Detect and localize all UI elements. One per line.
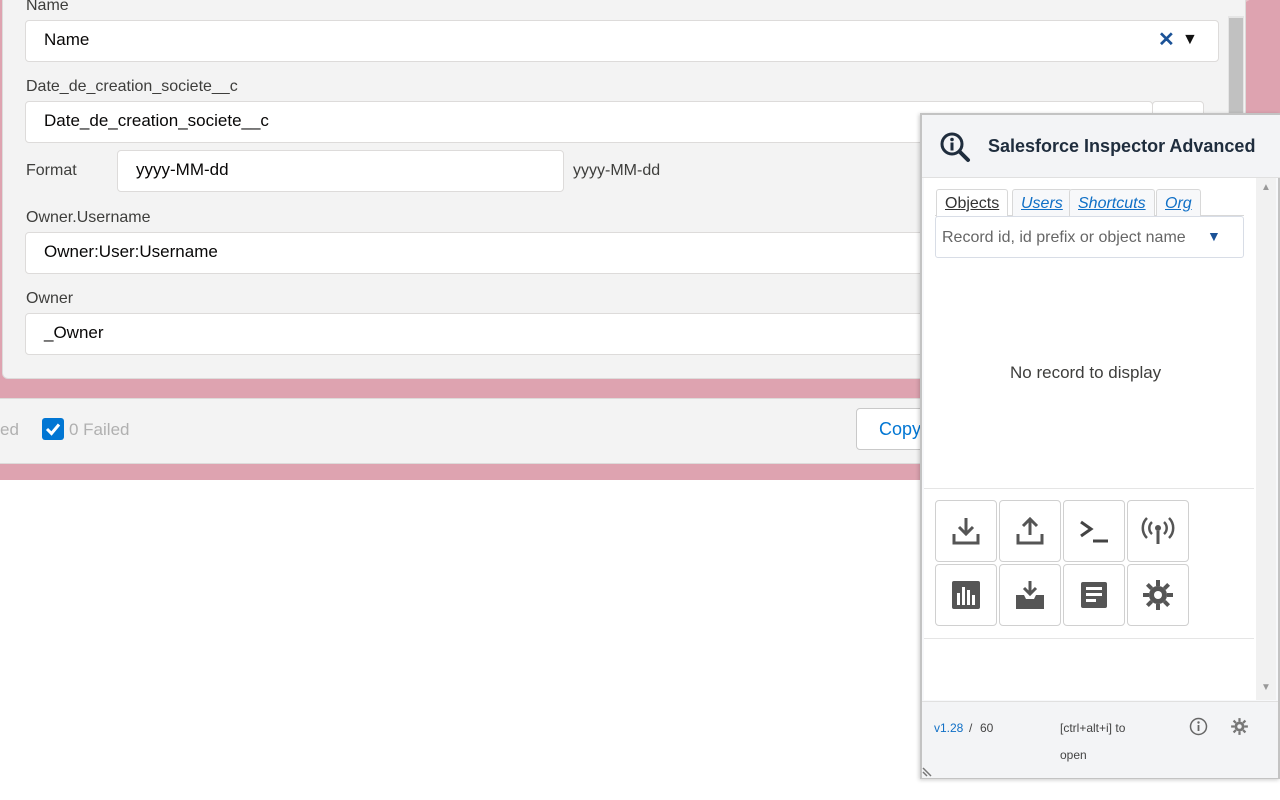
apex-runner-button[interactable] xyxy=(1063,500,1125,562)
field-label-owner: Owner xyxy=(26,290,74,307)
object-search-placeholder: Record id, id prefix or object name xyxy=(942,229,1186,246)
field-label-owner-username: Owner.Username xyxy=(26,209,151,226)
field-label-name: Name xyxy=(26,0,69,14)
data-import-button[interactable] xyxy=(999,500,1061,562)
clear-icon[interactable]: ✕ xyxy=(1158,21,1175,59)
checkmark-icon xyxy=(45,423,61,436)
download-icon xyxy=(952,518,980,545)
upload-icon xyxy=(1016,516,1044,545)
terminal-icon xyxy=(1080,520,1108,543)
empty-message: No record to display xyxy=(1010,363,1162,382)
event-monitor-button[interactable] xyxy=(1127,500,1189,562)
scroll-down-icon[interactable]: ▼ xyxy=(1261,682,1271,693)
tools-divider-bottom xyxy=(924,638,1254,639)
failed-label: 0 Failed xyxy=(69,420,130,439)
failed-checkbox[interactable] xyxy=(42,418,64,440)
resize-handle-icon[interactable] xyxy=(921,764,935,778)
caret-down-icon[interactable]: ▼ xyxy=(1207,228,1221,244)
tools-divider-top xyxy=(924,488,1254,489)
chart-icon xyxy=(952,581,980,609)
inspector-logo-icon xyxy=(940,132,970,162)
gear-icon xyxy=(1143,580,1173,610)
format-input[interactable]: yyyy-MM-dd xyxy=(117,150,564,192)
metadata-retrieve-button[interactable] xyxy=(999,564,1061,626)
scroll-up-icon[interactable]: ▲ xyxy=(1261,182,1271,193)
limits-button[interactable] xyxy=(935,564,997,626)
shortcut-hint-line2: open xyxy=(1060,748,1087,762)
object-search-input[interactable]: Record id, id prefix or object name ▼ xyxy=(935,216,1244,258)
version-separator: / xyxy=(969,721,973,735)
inspector-scrollbar[interactable]: ▲ ▼ xyxy=(1256,178,1276,700)
format-label: Format xyxy=(26,162,77,179)
field-label-date: Date_de_creation_societe__c xyxy=(26,78,238,95)
inspector-title: Salesforce Inspector Advanced xyxy=(988,136,1256,156)
broadcast-icon xyxy=(1141,517,1175,544)
settings-gear-icon[interactable] xyxy=(1230,717,1249,736)
version-link[interactable]: v1.28 xyxy=(934,721,963,735)
field-value-name: Name xyxy=(44,30,90,49)
tab-shortcuts[interactable]: Shortcuts xyxy=(1069,189,1155,216)
tab-users[interactable]: Users xyxy=(1012,189,1072,216)
tab-objects[interactable]: Objects xyxy=(936,189,1009,218)
tab-org[interactable]: Org xyxy=(1156,189,1201,216)
options-button[interactable] xyxy=(1127,564,1189,626)
api-count: 60 xyxy=(980,721,994,735)
import-tray-icon xyxy=(1016,581,1044,609)
caret-down-icon[interactable]: ▼ xyxy=(1182,21,1198,59)
field-creator-button[interactable] xyxy=(1063,564,1125,626)
field-input-name[interactable]: Name ✕ ▼ xyxy=(25,20,1219,62)
data-export-button[interactable] xyxy=(935,500,997,562)
info-icon[interactable] xyxy=(1189,717,1208,736)
inspector-footer xyxy=(922,701,1278,778)
footer-fragment: ed xyxy=(0,420,19,439)
format-hint: yyyy-MM-dd xyxy=(573,162,661,179)
shortcut-hint: [ctrl+alt+i] to xyxy=(1060,721,1126,735)
article-icon xyxy=(1081,582,1107,608)
